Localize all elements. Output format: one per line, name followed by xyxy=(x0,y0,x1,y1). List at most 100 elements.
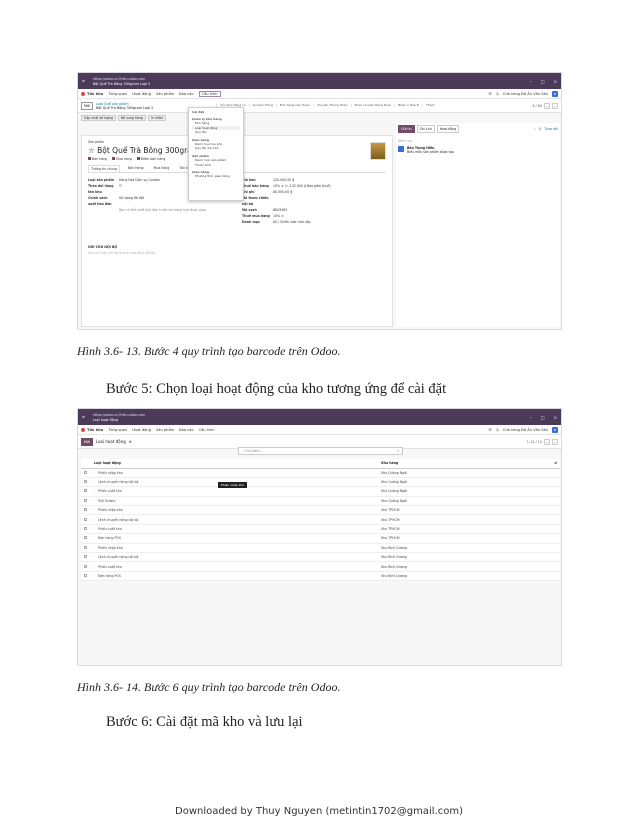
drag-handle-icon[interactable]: ⁝ xyxy=(94,518,95,522)
row-warehouse[interactable]: Kho Quảng Ngãi xyxy=(378,496,560,507)
activity-button[interactable]: Hoạt động xyxy=(436,125,460,133)
menu-reports[interactable]: Báo cáo xyxy=(179,92,193,96)
clock-icon[interactable]: ◷ xyxy=(496,428,499,432)
tab-purchase[interactable]: Mua hàng xyxy=(152,165,172,172)
search-input[interactable]: ⌕ Tìm kiếm... ▾ xyxy=(238,447,403,455)
replenish-button[interactable]: Bổ sung hàng xyxy=(118,115,146,121)
row-warehouse[interactable]: Kho Bình Dương xyxy=(378,552,560,563)
purchase-ok-checkbox[interactable]: Mua hàng xyxy=(112,157,132,161)
row-operation-type[interactable]: ⁝ Đơn hàng POS xyxy=(91,571,379,582)
drag-handle-icon[interactable]: ⁝ xyxy=(94,471,95,475)
drag-handle-icon[interactable]: ⁝ xyxy=(94,480,95,484)
notes-field[interactable]: Ghi chú này chỉ dành cho mục đích nội bộ xyxy=(88,251,386,255)
row-checkbox[interactable] xyxy=(81,543,91,554)
table-row[interactable]: ⁝ Phiếu nhập kho Kho Quảng Ngãi xyxy=(81,468,560,478)
star-icon[interactable]: ☆ xyxy=(88,146,95,155)
smart-button-more[interactable]: Thêm xyxy=(422,103,438,108)
row-checkbox[interactable] xyxy=(81,552,91,563)
chat-icon[interactable]: ✉ xyxy=(489,92,492,96)
row-warehouse[interactable]: Kho Quảng Ngãi xyxy=(378,468,560,478)
row-operation-type[interactable]: ⁝ Phiếu xuất kho xyxy=(91,561,379,572)
row-checkbox[interactable] xyxy=(81,505,91,516)
row-warehouse[interactable]: Kho Quảng Ngãi xyxy=(378,477,560,488)
send-message-button[interactable]: Gửi tin xyxy=(398,125,415,133)
table-row[interactable]: ⁝ Phiếu nhập kho Kho TPHCM xyxy=(81,505,560,516)
select-all-checkbox[interactable] xyxy=(81,459,91,469)
sale-ok-checkbox[interactable]: Bán hàng xyxy=(88,157,107,161)
close-icon[interactable]: × xyxy=(554,79,557,84)
print-labels-button[interactable]: In nhãn xyxy=(147,115,166,121)
row-operation-type[interactable]: ⁝ Lệnh chuyển hàng nội bộ xyxy=(91,552,379,563)
row-warehouse[interactable]: Kho Bình Dương xyxy=(378,561,560,572)
close-icon[interactable]: × xyxy=(554,415,557,420)
row-checkbox[interactable] xyxy=(81,496,91,507)
row-checkbox[interactable] xyxy=(81,571,91,582)
dropdown-settings[interactable]: Cài đặt xyxy=(192,110,240,114)
dropdown-item-rules[interactable]: Quy tắc xyxy=(192,130,240,135)
table-row[interactable]: ⁝ Lệnh chuyển hàng nội bộ Kho Quảng Ngãi xyxy=(81,477,560,488)
smart-button-transfers[interactable]: Chuyển Thông Hoàn xyxy=(313,103,351,108)
pager-prev-icon[interactable]: ‹ xyxy=(544,102,550,109)
menu-configuration[interactable]: Cấu hình xyxy=(199,428,215,432)
column-warehouse[interactable]: Kho hàng ⇄ xyxy=(378,459,560,469)
dropdown-item-putaway-rules[interactable]: Quy tắc lưu kho xyxy=(192,146,240,151)
browser-url[interactable]: https://odoo.vn/?db=odoo.com xyxy=(93,77,150,81)
pos-ok-checkbox[interactable]: Điểm bán hàng xyxy=(136,157,165,161)
app-name[interactable]: Tồn kho xyxy=(81,91,103,96)
row-warehouse[interactable]: Kho TPHCM xyxy=(378,514,560,525)
table-row[interactable]: ⁝ Phiếu xuất kho Kho Bình Dương xyxy=(81,561,560,572)
table-row[interactable]: ⁝ Phiếu nhập kho Kho Bình Dương xyxy=(81,543,560,554)
menu-operations[interactable]: Hoạt động xyxy=(132,92,151,96)
row-checkbox[interactable] xyxy=(81,477,91,488)
chevron-down-icon[interactable]: ▾ xyxy=(397,449,399,453)
app-name[interactable]: Tồn kho xyxy=(81,427,103,432)
row-warehouse[interactable]: Kho TPHCM xyxy=(378,524,560,535)
dropdown-item-shipping-methods[interactable]: Phương thức giao hàng xyxy=(192,174,240,179)
row-warehouse[interactable]: Kho Bình Dương xyxy=(378,571,560,582)
search-icon[interactable]: ⌕ xyxy=(534,127,536,131)
menu-products[interactable]: Sản phẩm xyxy=(156,428,174,432)
drag-handle-icon[interactable]: ⁝ xyxy=(94,527,95,531)
menu-overview[interactable]: Tổng quan xyxy=(108,92,127,96)
maximize-icon[interactable]: □ xyxy=(541,79,545,84)
row-warehouse[interactable]: Kho TPHCM xyxy=(378,533,560,544)
chat-icon[interactable]: ✉ xyxy=(489,428,492,432)
pager-next-icon[interactable]: › xyxy=(552,438,558,445)
row-warehouse[interactable]: Kho Bình Dương xyxy=(378,543,560,554)
table-row[interactable]: ⁝ Phiếu xuất kho Kho TPHCM xyxy=(81,524,560,535)
update-qty-button[interactable]: Cập nhật số lượng xyxy=(81,115,116,121)
browser-menu-icon[interactable]: ≡ xyxy=(82,79,85,83)
row-warehouse[interactable]: Kho Quảng Ngãi xyxy=(378,486,560,497)
smart-button-moves[interactable]: Đơn hàng Cần Hoàn xyxy=(275,103,313,108)
row-checkbox[interactable] xyxy=(81,561,91,572)
tab-sales[interactable]: Bán Hàng xyxy=(126,165,146,172)
product-image[interactable] xyxy=(370,142,386,160)
pager-value[interactable]: 1-12 / 12 xyxy=(527,440,542,444)
product-name-field[interactable]: Bột Quế Trà Bông 300gra xyxy=(97,146,192,155)
row-checkbox[interactable] xyxy=(81,533,91,544)
new-button[interactable]: Mới xyxy=(81,101,93,110)
row-checkbox[interactable] xyxy=(81,468,91,478)
smart-button-invoices[interactable]: Phiếu 1 Hóa Đ xyxy=(393,103,422,108)
log-note-button[interactable]: Ghi chú xyxy=(416,125,435,133)
gear-icon[interactable]: ⚙ xyxy=(129,440,132,444)
column-operation-type[interactable]: Loại hoạt động xyxy=(91,459,379,469)
clock-icon[interactable]: ◷ xyxy=(496,92,499,96)
drag-handle-icon[interactable]: ⁝ xyxy=(94,555,95,559)
drag-handle-icon[interactable]: ⁝ xyxy=(94,565,95,569)
table-row[interactable]: ⁝ Đơn hàng POS Kho Bình Dương xyxy=(81,571,560,582)
column-settings-icon[interactable]: ⇄ xyxy=(554,461,557,465)
row-warehouse[interactable]: Kho TPHCM xyxy=(378,505,560,516)
drag-handle-icon[interactable]: ⁝ xyxy=(94,536,95,540)
table-row[interactable]: ⁝ Lệnh chuyển hàng nội bộ Kho Bình Dương xyxy=(81,552,560,563)
drag-handle-icon[interactable]: ⁝ xyxy=(94,499,95,503)
smart-button-forecast[interactable]: Sự kiện Trống xyxy=(248,103,276,108)
new-button[interactable]: Mới xyxy=(81,437,93,446)
tab-general[interactable]: Thông tin chung xyxy=(88,165,120,172)
menu-configuration[interactable]: Cấu hình xyxy=(198,90,221,97)
smart-button-routes[interactable]: Được ra Giao Hàng thuê xyxy=(350,103,394,108)
company-name[interactable]: Cửa hàng Đồ Ăn Văn Sân xyxy=(503,428,548,432)
drag-handle-icon[interactable]: ⁝ xyxy=(94,546,95,550)
menu-products[interactable]: Sản phẩm xyxy=(156,92,174,96)
browser-url[interactable]: https://odoo.vn/?db=odoo.com xyxy=(93,413,145,417)
